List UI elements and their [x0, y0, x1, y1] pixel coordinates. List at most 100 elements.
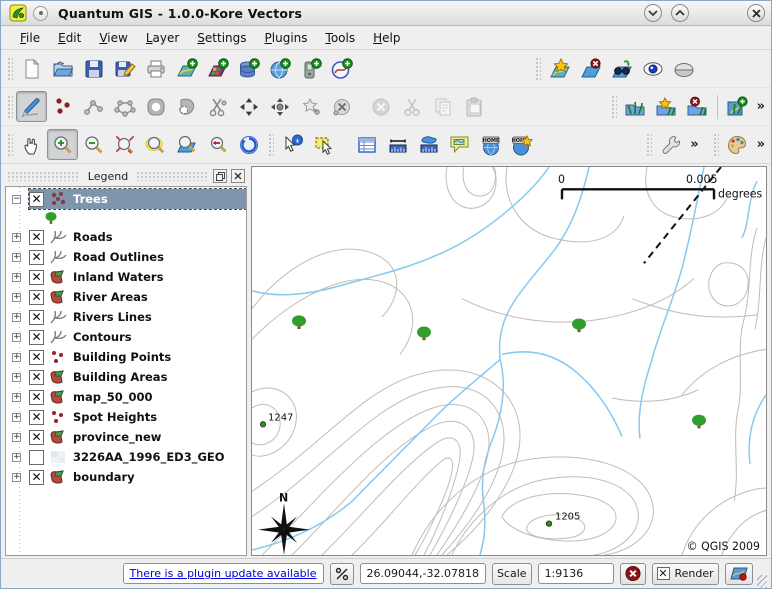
expander[interactable]: + [12, 413, 21, 422]
menu-layer[interactable]: Layer [137, 28, 188, 48]
move-vertex-button[interactable] [233, 91, 264, 122]
render-toggle[interactable]: ✕ Render [652, 563, 719, 585]
legend-item-road-outlines[interactable]: + ✕ Road Outlines [6, 247, 246, 267]
render-checkbox[interactable]: ✕ [657, 567, 670, 580]
legend-item-boundary[interactable]: + ✕ boundary [6, 467, 246, 487]
menu-file[interactable]: File [11, 28, 49, 48]
toolbar-drag-handle[interactable] [610, 94, 617, 120]
copy-features-button[interactable] [427, 91, 458, 122]
legend-item-trees-symbol[interactable] [6, 209, 246, 227]
zoom-in-button[interactable] [47, 129, 78, 160]
legend-item-trees[interactable]: − ✕ Trees [6, 189, 246, 209]
paste-features-button[interactable] [458, 91, 489, 122]
expander[interactable]: − [12, 195, 21, 204]
identify-features-button[interactable] [277, 129, 308, 160]
layer-checkbox[interactable]: ✕ [29, 290, 44, 305]
plugin-update-button[interactable] [330, 563, 354, 585]
add-postgis-layer-button[interactable] [233, 53, 264, 84]
remove-layer-button[interactable] [575, 53, 606, 84]
zoom-last-button[interactable] [202, 129, 233, 160]
save-project-as-button[interactable] [109, 53, 140, 84]
legend-item-rivers-lines[interactable]: + ✕ Rivers Lines [6, 307, 246, 327]
capture-polygon-button[interactable] [109, 91, 140, 122]
toolbar-overflow-chevron[interactable]: » [686, 137, 702, 152]
window-resize-grip[interactable] [757, 575, 767, 588]
layer-checkbox[interactable]: ✕ [29, 310, 44, 325]
layer-checkbox[interactable]: ✕ [29, 370, 44, 385]
plugin-update-link[interactable]: There is a plugin update available [130, 567, 317, 580]
stop-rendering-button[interactable] [620, 563, 646, 585]
print-composer-button[interactable] [140, 53, 171, 84]
legend-item-contours[interactable]: + ✕ Contours [6, 327, 246, 347]
menu-help[interactable]: Help [364, 28, 409, 48]
refresh-map-button[interactable] [233, 129, 264, 160]
legend-item-3226aa-raster[interactable]: + 3226AA_1996_ED3_GEO [6, 447, 246, 467]
layer-checkbox[interactable] [29, 450, 44, 465]
open-project-button[interactable] [47, 53, 78, 84]
palette-button[interactable] [722, 129, 753, 160]
legend-item-river-areas[interactable]: + ✕ River Areas [6, 287, 246, 307]
menu-plugins[interactable]: Plugins [256, 28, 317, 48]
map-tips-button[interactable] [444, 129, 475, 160]
capture-point-button[interactable] [47, 91, 78, 122]
zoom-to-layer-button[interactable] [171, 129, 202, 160]
add-gpx-layer-button[interactable] [295, 53, 326, 84]
toolbar-drag-handle[interactable] [267, 132, 274, 158]
new-grass-mapset-button[interactable] [651, 91, 682, 122]
expander[interactable]: + [12, 453, 21, 462]
new-project-button[interactable] [16, 53, 47, 84]
layer-checkbox[interactable]: ✕ [29, 230, 44, 245]
open-grass-mapset-button[interactable] [620, 91, 651, 122]
select-features-button[interactable] [308, 129, 339, 160]
legend-close-button[interactable] [231, 169, 245, 183]
legend-item-inland-waters[interactable]: + ✕ Inland Waters [6, 267, 246, 287]
legend-float-button[interactable] [213, 169, 227, 183]
layer-checkbox[interactable]: ✕ [29, 192, 44, 207]
expander[interactable]: + [12, 253, 21, 262]
menu-view[interactable]: View [90, 28, 136, 48]
measure-line-button[interactable] [382, 129, 413, 160]
simplify-feature-button[interactable] [295, 91, 326, 122]
legend-item-roads[interactable]: + ✕ Roads [6, 227, 246, 247]
measure-area-button[interactable] [413, 129, 444, 160]
legend-item-building-areas[interactable]: + ✕ Building Areas [6, 367, 246, 387]
toolbar-drag-handle[interactable] [6, 94, 13, 120]
save-project-button[interactable] [78, 53, 109, 84]
layer-checkbox[interactable]: ✕ [29, 350, 44, 365]
bookmark-home-button[interactable]: HOME [475, 129, 506, 160]
scale-input[interactable]: 1:9136 [538, 563, 614, 584]
menu-edit[interactable]: Edit [49, 28, 90, 48]
add-raster-layer-button[interactable] [202, 53, 233, 84]
pan-map-button[interactable] [16, 129, 47, 160]
show-all-layers-button[interactable] [637, 53, 668, 84]
layer-checkbox[interactable]: ✕ [29, 470, 44, 485]
layer-checkbox[interactable]: ✕ [29, 390, 44, 405]
window-menu-button[interactable] [33, 6, 48, 21]
add-wfs-layer-button[interactable] [326, 53, 357, 84]
layer-checkbox[interactable]: ✕ [29, 410, 44, 425]
delete-selected-button[interactable] [365, 91, 396, 122]
reshape-feature-button[interactable] [171, 91, 202, 122]
layer-checkbox[interactable]: ✕ [29, 430, 44, 445]
close-grass-mapset-button[interactable] [682, 91, 713, 122]
new-bookmark-button[interactable]: HOME [506, 129, 537, 160]
zoom-to-selection-button[interactable] [140, 129, 171, 160]
expander[interactable]: + [12, 273, 21, 282]
expander[interactable]: + [12, 313, 21, 322]
zoom-full-button[interactable] [109, 129, 140, 160]
toolbar-overflow-chevron[interactable]: » [753, 137, 769, 152]
node-tool-button[interactable] [264, 91, 295, 122]
expander[interactable]: + [12, 473, 21, 482]
expander[interactable]: + [12, 433, 21, 442]
coordinate-display[interactable]: 26.09044,-32.07818 [360, 563, 486, 584]
cut-features-button[interactable] [396, 91, 427, 122]
delete-vertex-button[interactable] [326, 91, 357, 122]
expander[interactable]: + [12, 293, 21, 302]
move-feature-button[interactable] [140, 91, 171, 122]
split-features-button[interactable] [202, 91, 233, 122]
options-wrench-button[interactable] [655, 129, 686, 160]
capture-line-button[interactable] [78, 91, 109, 122]
toolbar-overflow-chevron[interactable]: » [753, 99, 769, 114]
toolbar-drag-handle[interactable] [712, 132, 719, 158]
minimize-button[interactable] [644, 4, 662, 22]
